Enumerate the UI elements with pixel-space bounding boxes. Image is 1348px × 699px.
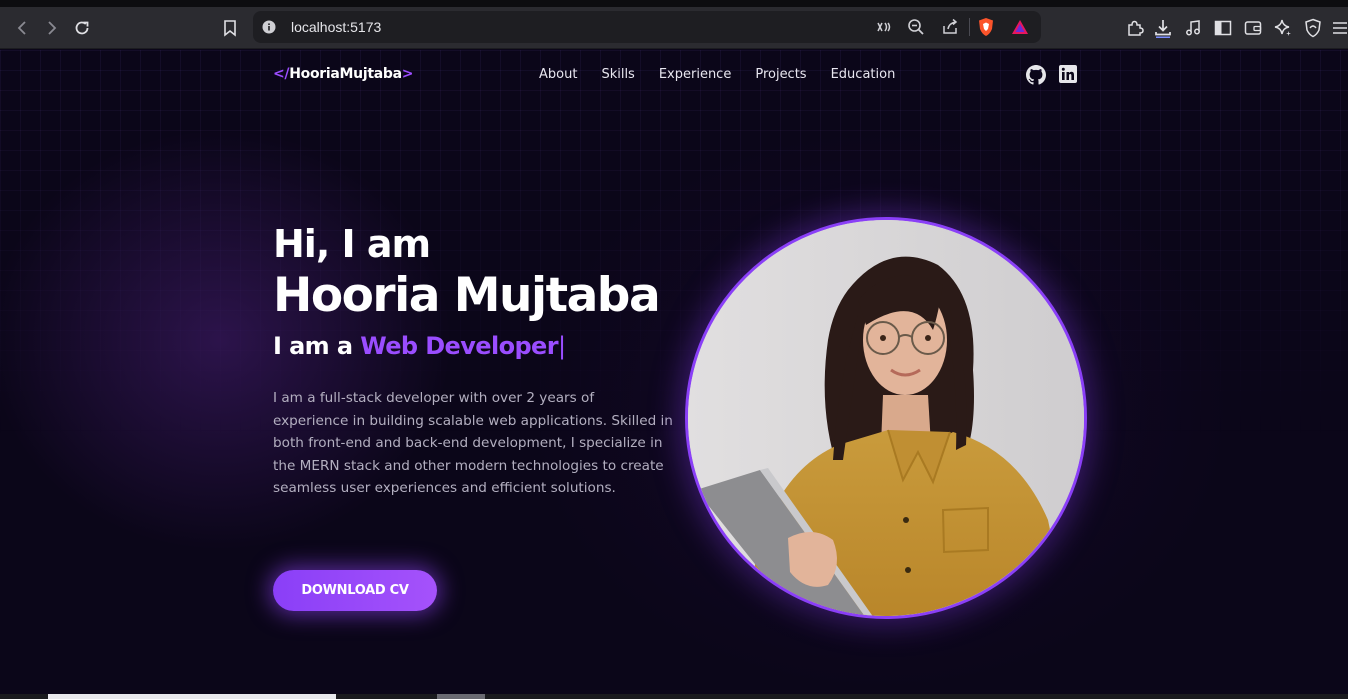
download-icon[interactable]	[1152, 7, 1174, 49]
role-highlight: Web Developer	[360, 332, 558, 360]
bookmark-icon[interactable]	[219, 7, 241, 49]
scroll-indicator	[437, 694, 485, 699]
wallet-icon[interactable]	[1242, 7, 1264, 49]
brave-rewards-icon[interactable]	[1009, 11, 1031, 43]
role-prefix: I am a	[273, 332, 361, 360]
hero-bio: I am a full-stack developer with over 2 …	[273, 390, 673, 496]
reload-icon[interactable]	[70, 7, 94, 49]
typing-caret: |	[557, 332, 566, 360]
music-note-icon[interactable]	[1182, 7, 1204, 49]
vpn-shield-icon[interactable]	[1302, 7, 1324, 49]
portfolio-page: </HooriaMujtaba> About Skills Experience…	[0, 50, 1348, 699]
divider	[969, 18, 970, 36]
browser-toolbar: localhost:5173	[0, 7, 1348, 49]
linkedin-icon[interactable]	[1059, 65, 1079, 85]
window-top-edge	[0, 0, 1348, 7]
info-icon[interactable]	[259, 11, 279, 43]
hamburger-menu-icon[interactable]	[1330, 7, 1348, 49]
brave-shields-icon[interactable]	[975, 11, 997, 43]
sidebar-icon[interactable]	[1212, 7, 1234, 49]
back-arrow-icon[interactable]	[10, 7, 34, 49]
logo-open-tag: </	[273, 66, 290, 82]
reader-mode-icon[interactable]	[873, 11, 895, 43]
profile-photo	[685, 217, 1087, 619]
hero-name: Hooria Mujtaba	[273, 268, 661, 323]
logo-close-tag: >	[401, 66, 414, 82]
download-cv-button[interactable]: DOWNLOAD CV	[273, 570, 437, 611]
forward-arrow-icon[interactable]	[40, 7, 64, 49]
puzzle-icon[interactable]	[1124, 7, 1146, 49]
nav-skills[interactable]: Skills	[601, 67, 634, 82]
share-icon[interactable]	[939, 11, 961, 43]
zoom-out-icon[interactable]	[905, 11, 927, 43]
site-logo[interactable]: </HooriaMujtaba>	[273, 66, 414, 82]
address-bar[interactable]: localhost:5173	[253, 11, 1041, 43]
hero-greeting: Hi, I am	[273, 222, 431, 266]
github-icon[interactable]	[1026, 65, 1046, 85]
grid-background	[0, 50, 1348, 699]
nav-projects[interactable]: Projects	[755, 67, 806, 82]
taskbar-preview	[48, 694, 336, 699]
main-nav: About Skills Experience Projects Educati…	[527, 67, 907, 82]
hero-role: I am a Web Developer|	[273, 332, 566, 360]
logo-text: HooriaMujtaba	[289, 66, 402, 82]
nav-education[interactable]: Education	[831, 67, 896, 82]
sparkle-icon[interactable]	[1272, 7, 1294, 49]
url-text[interactable]: localhost:5173	[291, 11, 381, 43]
nav-about[interactable]: About	[539, 67, 577, 82]
nav-experience[interactable]: Experience	[659, 67, 732, 82]
